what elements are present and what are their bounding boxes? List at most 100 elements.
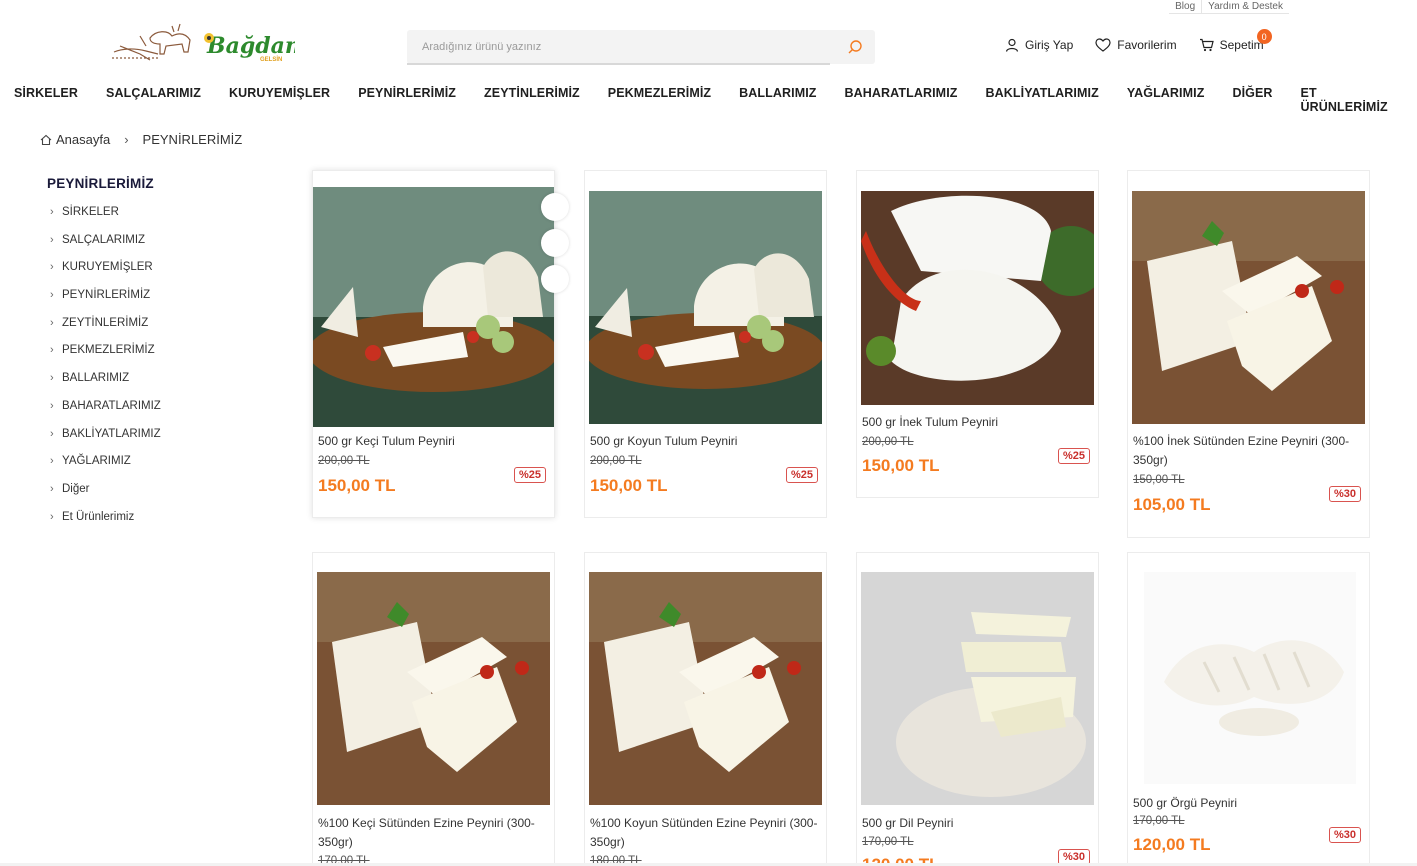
sidebar-item-pekmezlerimiz[interactable]: › PEKMEZLERİMİZ <box>47 344 267 372</box>
nav-item-pekmezlerimiz[interactable]: PEKMEZLERİMİZ <box>594 86 725 114</box>
search-button[interactable] <box>835 30 875 64</box>
nav-item-diger[interactable]: DİĞER <box>1218 86 1286 114</box>
sidebar-item-et-urunlerimiz[interactable]: › Et Ürünlerimiz <box>47 511 267 539</box>
sidebar-item-sirkeler[interactable]: › SİRKELER <box>47 206 267 234</box>
product-price: 150,00 TL <box>318 476 396 495</box>
product-old-price: 200,00 TL <box>862 436 914 448</box>
product-image[interactable] <box>1132 191 1365 424</box>
quick-view-icon[interactable] <box>541 193 569 221</box>
product-card[interactable]: 500 gr Dil Peyniri 170,00 TL 120,00 TL %… <box>856 552 1099 866</box>
cart-link[interactable]: Sepetim 0 <box>1199 29 1272 52</box>
sidebar-item-label: SALÇALARIMIZ <box>62 233 146 246</box>
sidebar-item-kuruyemisler[interactable]: › KURUYEMİŞLER <box>47 261 267 289</box>
favorites-link[interactable]: Favorilerim <box>1095 38 1177 52</box>
chevron-right-icon: › <box>50 399 54 412</box>
help-link[interactable]: Yardım & Destek <box>1201 0 1289 14</box>
nav-item-bakliyatlarimiz[interactable]: BAKLİYATLARIMIZ <box>972 86 1113 114</box>
product-card[interactable]: %100 Koyun Sütünden Ezine Peyniri (300-3… <box>584 552 827 866</box>
discount-badge: %25 <box>1057 448 1090 464</box>
product-image[interactable] <box>317 572 550 805</box>
site-logo[interactable]: Bağdan GELSİN <box>110 18 301 68</box>
favorites-label: Favorilerim <box>1117 38 1177 52</box>
product-card[interactable]: %100 İnek Sütünden Ezine Peyniri (300-35… <box>1127 170 1370 538</box>
user-icon <box>1005 38 1019 52</box>
sidebar-item-salcalarimiz[interactable]: › SALÇALARIMIZ <box>47 234 267 262</box>
nav-item-salcalarimiz[interactable]: SALÇALARIMIZ <box>92 86 215 114</box>
product-old-price: 200,00 TL <box>318 455 370 467</box>
nav-item-baharatlarimiz[interactable]: BAHARATLARIMIZ <box>831 86 972 114</box>
chevron-right-icon: › <box>50 261 54 274</box>
product-name[interactable]: 500 gr Dil Peyniri <box>862 814 1094 833</box>
cart-count-badge: 0 <box>1256 29 1272 44</box>
product-image[interactable] <box>861 191 1094 405</box>
nav-item-kuruyemisler[interactable]: KURUYEMİŞLER <box>215 86 344 114</box>
sidebar-item-zeytinlerimiz[interactable]: › ZEYTİNLERİMİZ <box>47 317 267 345</box>
product-name[interactable]: 500 gr Örgü Peyniri <box>1133 794 1365 813</box>
sidebar-item-diger[interactable]: › Diğer <box>47 483 267 511</box>
sidebar-title: PEYNİRLERİMİZ <box>47 176 154 191</box>
breadcrumb-home[interactable]: Anasayfa <box>56 132 110 147</box>
sidebar-item-label: BAKLİYATLARIMIZ <box>62 427 161 440</box>
nav-item-zeytinlerimiz[interactable]: ZEYTİNLERİMİZ <box>470 86 594 114</box>
chevron-right-icon: › <box>50 455 54 468</box>
add-favorite-icon[interactable] <box>541 229 569 257</box>
product-card[interactable]: 500 gr Keçi Tulum Peyniri 200,00 TL 150,… <box>312 170 569 518</box>
product-image[interactable] <box>589 572 822 805</box>
sidebar-item-baharatlarimiz[interactable]: › BAHARATLARIMIZ <box>47 400 267 428</box>
heart-icon <box>1095 38 1111 52</box>
blog-link[interactable]: Blog <box>1169 0 1201 14</box>
sidebar-item-label: YAĞLARIMIZ <box>62 455 131 468</box>
product-name[interactable]: 500 gr Koyun Tulum Peyniri <box>590 432 822 451</box>
chevron-right-icon: › <box>50 344 54 357</box>
sidebar-item-ballarimiz[interactable]: › BALLARIMIZ <box>47 372 267 400</box>
product-old-price: 200,00 TL <box>590 455 642 467</box>
product-card[interactable]: 500 gr Koyun Tulum Peyniri 200,00 TL 150… <box>584 170 827 518</box>
product-name[interactable]: 500 gr İnek Tulum Peyniri <box>862 413 1094 432</box>
product-image[interactable] <box>1144 572 1356 784</box>
chevron-right-icon: › <box>50 289 54 302</box>
login-label: Giriş Yap <box>1025 38 1074 52</box>
nav-item-peynirlerimiz[interactable]: PEYNİRLERİMİZ <box>344 86 470 114</box>
chevron-right-icon: › <box>50 372 54 385</box>
product-price: 105,00 TL <box>1133 495 1211 514</box>
sidebar-item-peynirlerimiz[interactable]: › PEYNİRLERİMİZ <box>47 289 267 317</box>
category-sidebar: PEYNİRLERİMİZ › SİRKELER › SALÇALARIMIZ › K… <box>47 176 267 538</box>
product-image[interactable] <box>589 191 822 424</box>
sidebar-item-label: BALLARIMIZ <box>62 372 130 385</box>
search-bar <box>407 30 875 65</box>
product-name[interactable]: 500 gr Keçi Tulum Peyniri <box>318 432 550 451</box>
product-card[interactable]: 500 gr Örgü Peyniri 170,00 TL 120,00 TL … <box>1127 552 1370 866</box>
login-link[interactable]: Giriş Yap <box>1005 38 1073 52</box>
sidebar-item-label: PEKMEZLERİMİZ <box>62 344 155 357</box>
chevron-right-icon: › <box>50 482 54 495</box>
product-old-price: 170,00 TL <box>862 836 914 848</box>
product-price: 120,00 TL <box>1133 835 1211 854</box>
product-price: 150,00 TL <box>862 456 940 475</box>
product-name[interactable]: %100 İnek Sütünden Ezine Peyniri (300-35… <box>1133 432 1365 470</box>
breadcrumb-current: PEYNİRLERİMİZ <box>142 132 243 147</box>
product-name[interactable]: %100 Koyun Sütünden Ezine Peyniri (300-3… <box>590 814 822 852</box>
chevron-right-icon: › <box>50 427 54 440</box>
nav-item-sirkeler[interactable]: SİRKELER <box>0 86 92 114</box>
discount-badge: %25 <box>513 467 546 483</box>
nav-item-yaglarimiz[interactable]: YAĞLARIMIZ <box>1113 86 1219 114</box>
product-image[interactable] <box>313 187 554 427</box>
cart-icon <box>1199 38 1214 52</box>
product-name[interactable]: %100 Keçi Sütünden Ezine Peyniri (300-35… <box>318 814 550 852</box>
nav-item-et-urunlerimiz[interactable]: ET ÜRÜNLERİMİZ <box>1287 86 1417 114</box>
sidebar-item-bakliyatlarimiz[interactable]: › BAKLİYATLARIMIZ <box>47 428 267 456</box>
sidebar-item-label: PEYNİRLERİMİZ <box>62 289 151 302</box>
chevron-right-icon: › <box>50 206 54 218</box>
sidebar-item-label: SİRKELER <box>62 206 119 218</box>
chevron-right-icon: › <box>50 233 54 246</box>
nav-item-ballarimiz[interactable]: BALLARIMIZ <box>725 86 830 114</box>
add-cart-icon[interactable] <box>541 265 569 293</box>
svg-text:Bağdan: Bağdan <box>206 33 295 59</box>
product-card[interactable]: 500 gr İnek Tulum Peyniri 200,00 TL 150,… <box>856 170 1099 498</box>
product-card[interactable]: %100 Keçi Sütünden Ezine Peyniri (300-35… <box>312 552 555 866</box>
product-image[interactable] <box>861 572 1094 805</box>
sidebar-item-yaglarimiz[interactable]: › YAĞLARIMIZ <box>47 455 267 483</box>
search-icon <box>848 40 862 54</box>
search-input[interactable] <box>407 41 835 53</box>
breadcrumb: Anasayfa › PEYNİRLERİMİZ <box>40 132 242 147</box>
